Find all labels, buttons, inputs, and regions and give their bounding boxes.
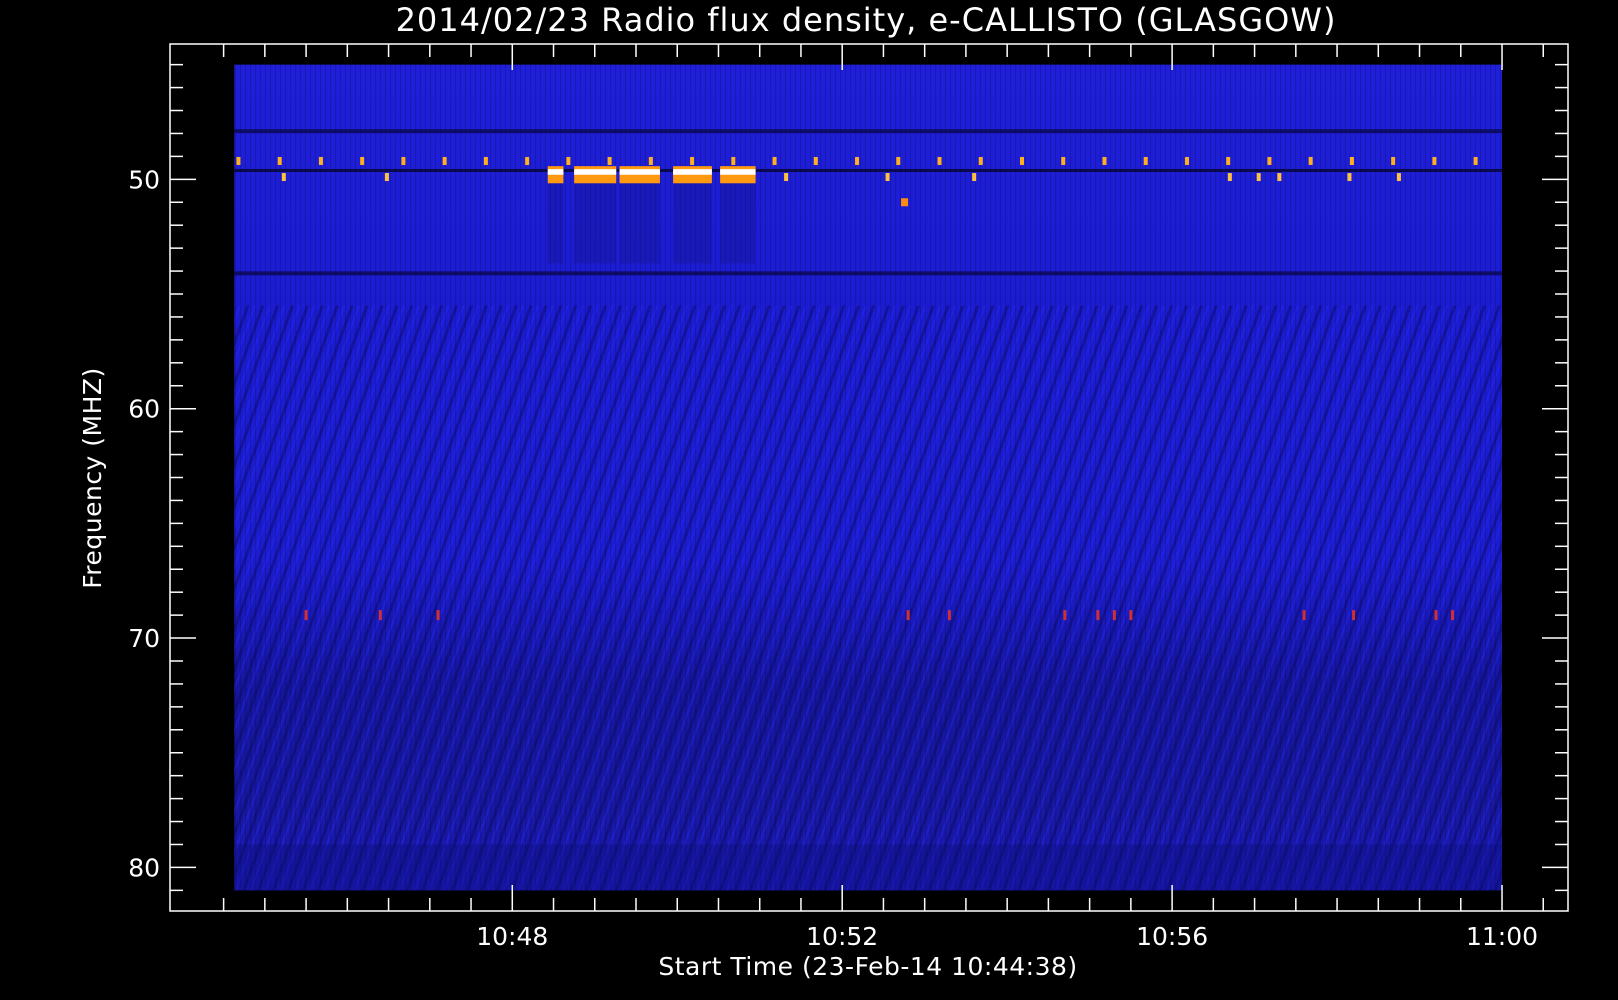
pulse-mark bbox=[813, 156, 818, 165]
y-tick-label: 70 bbox=[128, 624, 160, 653]
spectrogram-heatmap bbox=[234, 64, 1503, 891]
pulse-mark bbox=[1102, 156, 1107, 165]
pulse-mark-low bbox=[784, 173, 789, 182]
pulse-mark bbox=[772, 156, 777, 165]
burst-shadow bbox=[720, 183, 756, 264]
pulse-mark bbox=[401, 156, 406, 165]
rfi-mark bbox=[304, 610, 308, 621]
rfi-mark bbox=[1129, 610, 1133, 621]
burst-shadow bbox=[619, 183, 660, 264]
burst-core bbox=[619, 169, 660, 175]
x-tick-label: 10:52 bbox=[806, 922, 878, 951]
rfi-mark bbox=[1112, 610, 1116, 621]
pulse-mark-low bbox=[1227, 173, 1232, 182]
pulse-mark-low bbox=[1277, 173, 1282, 182]
burst-segment bbox=[673, 166, 712, 184]
x-tick-label: 11:00 bbox=[1466, 922, 1538, 951]
pulse-mark bbox=[1308, 156, 1313, 165]
y-tick-label: 80 bbox=[128, 853, 160, 882]
pulse-mark bbox=[1391, 156, 1396, 165]
pulse-mark bbox=[236, 156, 241, 165]
heatmap-vertical-texture bbox=[234, 64, 1503, 891]
dark-band-line bbox=[234, 168, 1503, 172]
burst-core bbox=[574, 169, 617, 175]
pulse-mark bbox=[318, 156, 323, 165]
pulse-mark bbox=[1432, 156, 1437, 165]
rfi-mark bbox=[1302, 610, 1306, 621]
pulse-mark bbox=[442, 156, 447, 165]
rfi-mark bbox=[1352, 610, 1356, 621]
pulse-mark-low bbox=[972, 173, 977, 182]
burst-shadow bbox=[547, 183, 564, 264]
pulse-mark bbox=[648, 156, 653, 165]
chart-title: 2014/02/23 Radio flux density, e-CALLIST… bbox=[396, 1, 1337, 39]
burst-core bbox=[720, 169, 756, 175]
burst-segment bbox=[720, 166, 756, 184]
pulse-mark bbox=[1473, 156, 1478, 165]
rfi-mark bbox=[378, 610, 382, 621]
burst-core bbox=[547, 169, 564, 175]
isolated-spot bbox=[901, 198, 909, 207]
pulse-mark-low bbox=[1347, 173, 1352, 182]
pulse-mark-low bbox=[1256, 173, 1261, 182]
x-axis-label: Start Time (23-Feb-14 10:44:38) bbox=[658, 952, 1077, 981]
pulse-mark-low bbox=[885, 173, 890, 182]
pulse-mark bbox=[1267, 156, 1272, 165]
y-axis-label: Frequency (MHZ) bbox=[78, 367, 107, 589]
burst-segment bbox=[547, 166, 564, 184]
burst-shadow bbox=[673, 183, 712, 264]
rfi-mark bbox=[1063, 610, 1067, 621]
spectrogram-chart: 2014/02/23 Radio flux density, e-CALLIST… bbox=[78, 1, 1569, 981]
y-tick-label: 50 bbox=[128, 165, 160, 194]
x-tick-label: 10:56 bbox=[1136, 922, 1208, 951]
pulse-mark bbox=[937, 156, 942, 165]
y-tick-label: 60 bbox=[128, 395, 160, 424]
pulse-mark bbox=[1061, 156, 1066, 165]
burst-segment bbox=[574, 166, 617, 184]
pulse-mark bbox=[978, 156, 983, 165]
pulse-mark bbox=[566, 156, 571, 165]
pulse-mark bbox=[1019, 156, 1024, 165]
pulse-mark-low bbox=[1396, 173, 1401, 182]
x-tick-label: 10:48 bbox=[476, 922, 548, 951]
rfi-mark bbox=[906, 610, 910, 621]
pulse-mark bbox=[731, 156, 736, 165]
pulse-mark bbox=[1349, 156, 1354, 165]
pulse-mark bbox=[855, 156, 860, 165]
pulse-mark-low bbox=[384, 173, 389, 182]
pulse-mark bbox=[1143, 156, 1148, 165]
dark-band-line bbox=[234, 129, 1503, 134]
pulse-mark bbox=[1226, 156, 1231, 165]
rfi-mark bbox=[1096, 610, 1100, 621]
pulse-mark-low bbox=[281, 173, 286, 182]
pulse-mark bbox=[360, 156, 365, 165]
pulse-mark bbox=[896, 156, 901, 165]
pulse-mark bbox=[690, 156, 695, 165]
burst-core bbox=[673, 169, 712, 175]
burst-segment bbox=[619, 166, 660, 184]
pulse-mark bbox=[1184, 156, 1189, 165]
dark-band-line bbox=[234, 271, 1503, 276]
rfi-mark bbox=[1434, 610, 1438, 621]
pulse-mark bbox=[277, 156, 282, 165]
burst-shadow bbox=[574, 183, 617, 264]
pulse-mark bbox=[525, 156, 530, 165]
pulse-mark bbox=[607, 156, 612, 165]
rfi-mark bbox=[947, 610, 951, 621]
rfi-mark bbox=[1451, 610, 1455, 621]
pulse-mark bbox=[483, 156, 488, 165]
heatmap-low-band bbox=[234, 844, 1503, 891]
rfi-mark bbox=[436, 610, 440, 621]
